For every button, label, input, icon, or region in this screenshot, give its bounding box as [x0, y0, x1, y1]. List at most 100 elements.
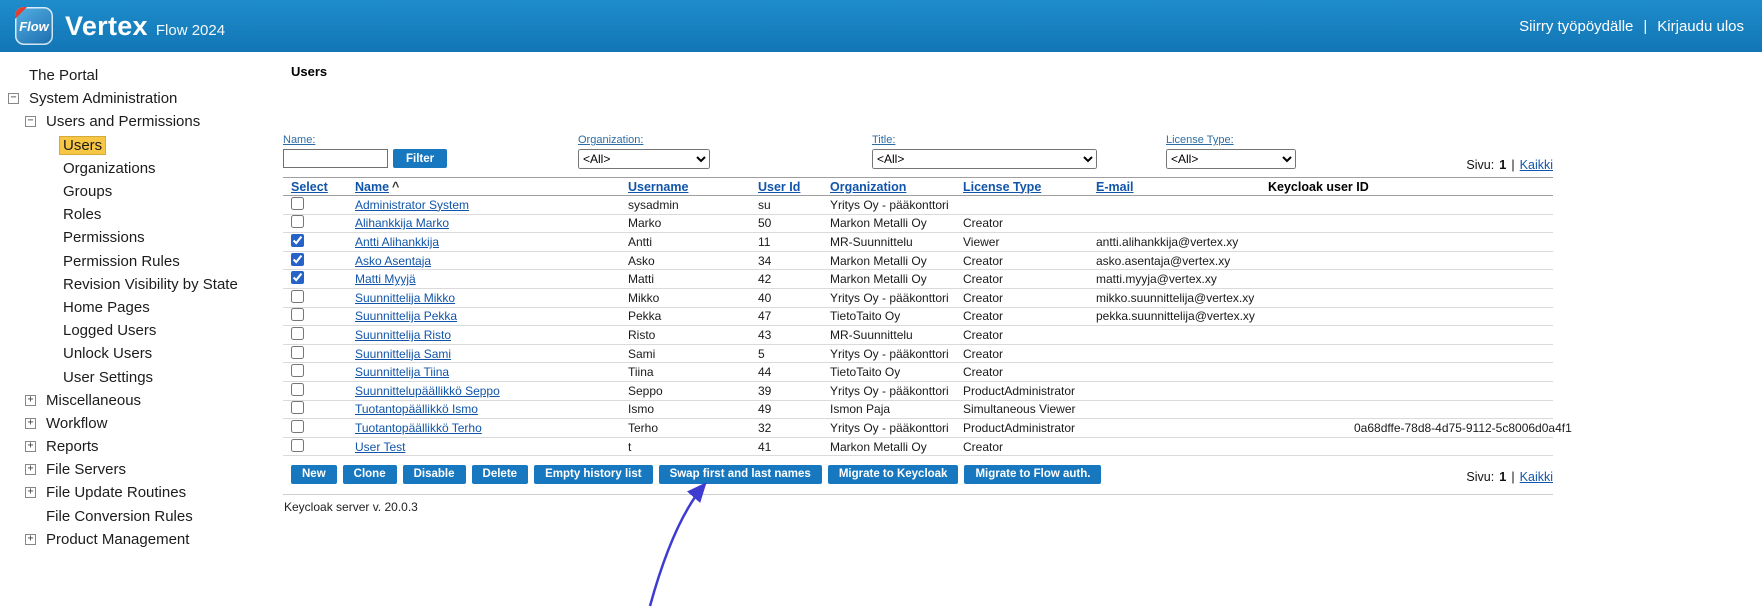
user-name-link[interactable]: Administrator System: [355, 198, 469, 212]
sidebar-item-file-update-routines[interactable]: + File Update Routines: [0, 481, 283, 504]
collapse-icon[interactable]: −: [25, 116, 36, 127]
sidebar-item-revision-visibility-by-state[interactable]: Revision Visibility by State: [0, 273, 283, 296]
sidebar-item-workflow[interactable]: + Workflow: [0, 412, 283, 435]
migrate-to-keycloak-button[interactable]: Migrate to Keycloak: [828, 465, 959, 484]
sidebar-item-label[interactable]: Unlock Users: [59, 344, 156, 363]
sidebar-item-roles[interactable]: Roles: [0, 203, 283, 226]
sidebar-item-label[interactable]: User Settings: [59, 368, 157, 387]
sidebar-item-permission-rules[interactable]: Permission Rules: [0, 250, 283, 273]
user-name-link[interactable]: Suunnittelija Tiina: [355, 365, 449, 379]
sidebar-item-organizations[interactable]: Organizations: [0, 157, 283, 180]
sidebar-item-label[interactable]: Miscellaneous: [42, 391, 145, 410]
user-name-link[interactable]: Tuotantopäällikkö Terho: [355, 421, 482, 435]
sidebar-item-label[interactable]: Organizations: [59, 159, 160, 178]
all-pages-link[interactable]: Kaikki: [1520, 158, 1553, 172]
column-header-select[interactable]: Select: [283, 180, 347, 194]
sidebar-item-label[interactable]: Logged Users: [59, 321, 160, 340]
new-button[interactable]: New: [291, 465, 337, 484]
user-name-link[interactable]: Tuotantopäällikkö Ismo: [355, 402, 478, 416]
sidebar-item-home-pages[interactable]: Home Pages: [0, 296, 283, 319]
row-select-checkbox[interactable]: [291, 364, 304, 377]
sidebar-item-label[interactable]: File Conversion Rules: [42, 507, 197, 526]
sidebar-item-label[interactable]: Revision Visibility by State: [59, 275, 242, 294]
expand-icon[interactable]: +: [25, 464, 36, 475]
expand-icon[interactable]: +: [25, 418, 36, 429]
user-name-link[interactable]: Suunnittelija Mikko: [355, 291, 455, 305]
sidebar-item-label[interactable]: Roles: [59, 205, 105, 224]
disable-button[interactable]: Disable: [403, 465, 466, 484]
column-header-license-type[interactable]: License Type: [955, 180, 1088, 194]
sidebar-item-label[interactable]: Workflow: [42, 414, 111, 433]
sidebar-item-label[interactable]: Product Management: [42, 530, 193, 549]
row-select-checkbox[interactable]: [291, 308, 304, 321]
row-select-checkbox[interactable]: [291, 383, 304, 396]
sidebar-item-product-management[interactable]: + Product Management: [0, 528, 283, 551]
sidebar-item-label[interactable]: Permission Rules: [59, 252, 184, 271]
user-name-link[interactable]: User Test: [355, 440, 405, 454]
user-name-link[interactable]: Suunnittelija Pekka: [355, 309, 457, 323]
expand-icon[interactable]: +: [25, 487, 36, 498]
sidebar-item-label[interactable]: Users and Permissions: [42, 112, 204, 131]
sidebar-item-the-portal[interactable]: The Portal: [0, 64, 283, 87]
sidebar-item-label[interactable]: Reports: [42, 437, 103, 456]
column-header-user-id[interactable]: User Id: [750, 180, 822, 194]
row-select-checkbox[interactable]: [291, 253, 304, 266]
sidebar-item-file-servers[interactable]: + File Servers: [0, 458, 283, 481]
column-header-name[interactable]: Name^: [347, 180, 620, 194]
sidebar-item-label[interactable]: Permissions: [59, 228, 149, 247]
expand-icon[interactable]: +: [25, 441, 36, 452]
row-select-checkbox[interactable]: [291, 234, 304, 247]
row-select-checkbox[interactable]: [291, 346, 304, 359]
sidebar-item-label[interactable]: System Administration: [25, 89, 181, 108]
sidebar-item-user-settings[interactable]: User Settings: [0, 365, 283, 388]
sidebar-item-file-conversion-rules[interactable]: File Conversion Rules: [0, 505, 283, 528]
name-filter-input[interactable]: [283, 149, 388, 168]
row-select-checkbox[interactable]: [291, 197, 304, 210]
license-type-filter-select[interactable]: <All>: [1166, 149, 1296, 169]
row-select-checkbox[interactable]: [291, 271, 304, 284]
go-to-desktop-link[interactable]: Siirry työpöydälle: [1519, 18, 1633, 35]
row-select-checkbox[interactable]: [291, 290, 304, 303]
column-header-e-mail[interactable]: E-mail: [1088, 180, 1260, 194]
sidebar-item-permissions[interactable]: Permissions: [0, 226, 283, 249]
row-select-checkbox[interactable]: [291, 327, 304, 340]
user-name-link[interactable]: Asko Asentaja: [355, 254, 431, 268]
sidebar-item-label[interactable]: Users: [59, 136, 106, 155]
sidebar-item-label[interactable]: File Update Routines: [42, 483, 190, 502]
user-name-link[interactable]: Suunnittelupäällikkö Seppo: [355, 384, 500, 398]
organization-filter-select[interactable]: <All>: [578, 149, 710, 169]
sidebar-item-label[interactable]: File Servers: [42, 460, 130, 479]
user-name-link[interactable]: Alihankkija Marko: [355, 216, 449, 230]
delete-button[interactable]: Delete: [472, 465, 529, 484]
expand-icon[interactable]: +: [25, 534, 36, 545]
row-select-checkbox[interactable]: [291, 439, 304, 452]
user-name-link[interactable]: Suunnittelija Risto: [355, 328, 451, 342]
sidebar-item-unlock-users[interactable]: Unlock Users: [0, 342, 283, 365]
logout-link[interactable]: Kirjaudu ulos: [1657, 18, 1744, 35]
row-select-checkbox[interactable]: [291, 215, 304, 228]
sidebar-item-users-and-permissions[interactable]: −Users and Permissions: [0, 110, 283, 133]
all-pages-link[interactable]: Kaikki: [1520, 470, 1553, 484]
column-header-username[interactable]: Username: [620, 180, 750, 194]
sidebar-item-users[interactable]: Users: [0, 134, 283, 157]
clone-button[interactable]: Clone: [343, 465, 397, 484]
migrate-to-flow-auth-button[interactable]: Migrate to Flow auth.: [964, 465, 1101, 484]
sidebar-item-groups[interactable]: Groups: [0, 180, 283, 203]
sidebar-item-logged-users[interactable]: Logged Users: [0, 319, 283, 342]
sidebar-item-system-administration[interactable]: −System Administration: [0, 87, 283, 110]
sidebar-item-label[interactable]: Groups: [59, 182, 116, 201]
filter-button[interactable]: Filter: [393, 149, 447, 168]
expand-icon[interactable]: +: [25, 395, 36, 406]
sidebar-item-reports[interactable]: + Reports: [0, 435, 283, 458]
user-name-link[interactable]: Matti Myyjä: [355, 272, 416, 286]
user-name-link[interactable]: Suunnittelija Sami: [355, 347, 451, 361]
title-filter-select[interactable]: <All>: [872, 149, 1097, 169]
column-header-organization[interactable]: Organization: [822, 180, 955, 194]
user-name-link[interactable]: Antti Alihankkija: [355, 235, 439, 249]
sidebar-item-miscellaneous[interactable]: + Miscellaneous: [0, 389, 283, 412]
row-select-checkbox[interactable]: [291, 420, 304, 433]
row-select-checkbox[interactable]: [291, 401, 304, 414]
collapse-icon[interactable]: −: [8, 93, 19, 104]
sidebar-item-label[interactable]: The Portal: [25, 66, 102, 85]
sidebar-item-label[interactable]: Home Pages: [59, 298, 154, 317]
